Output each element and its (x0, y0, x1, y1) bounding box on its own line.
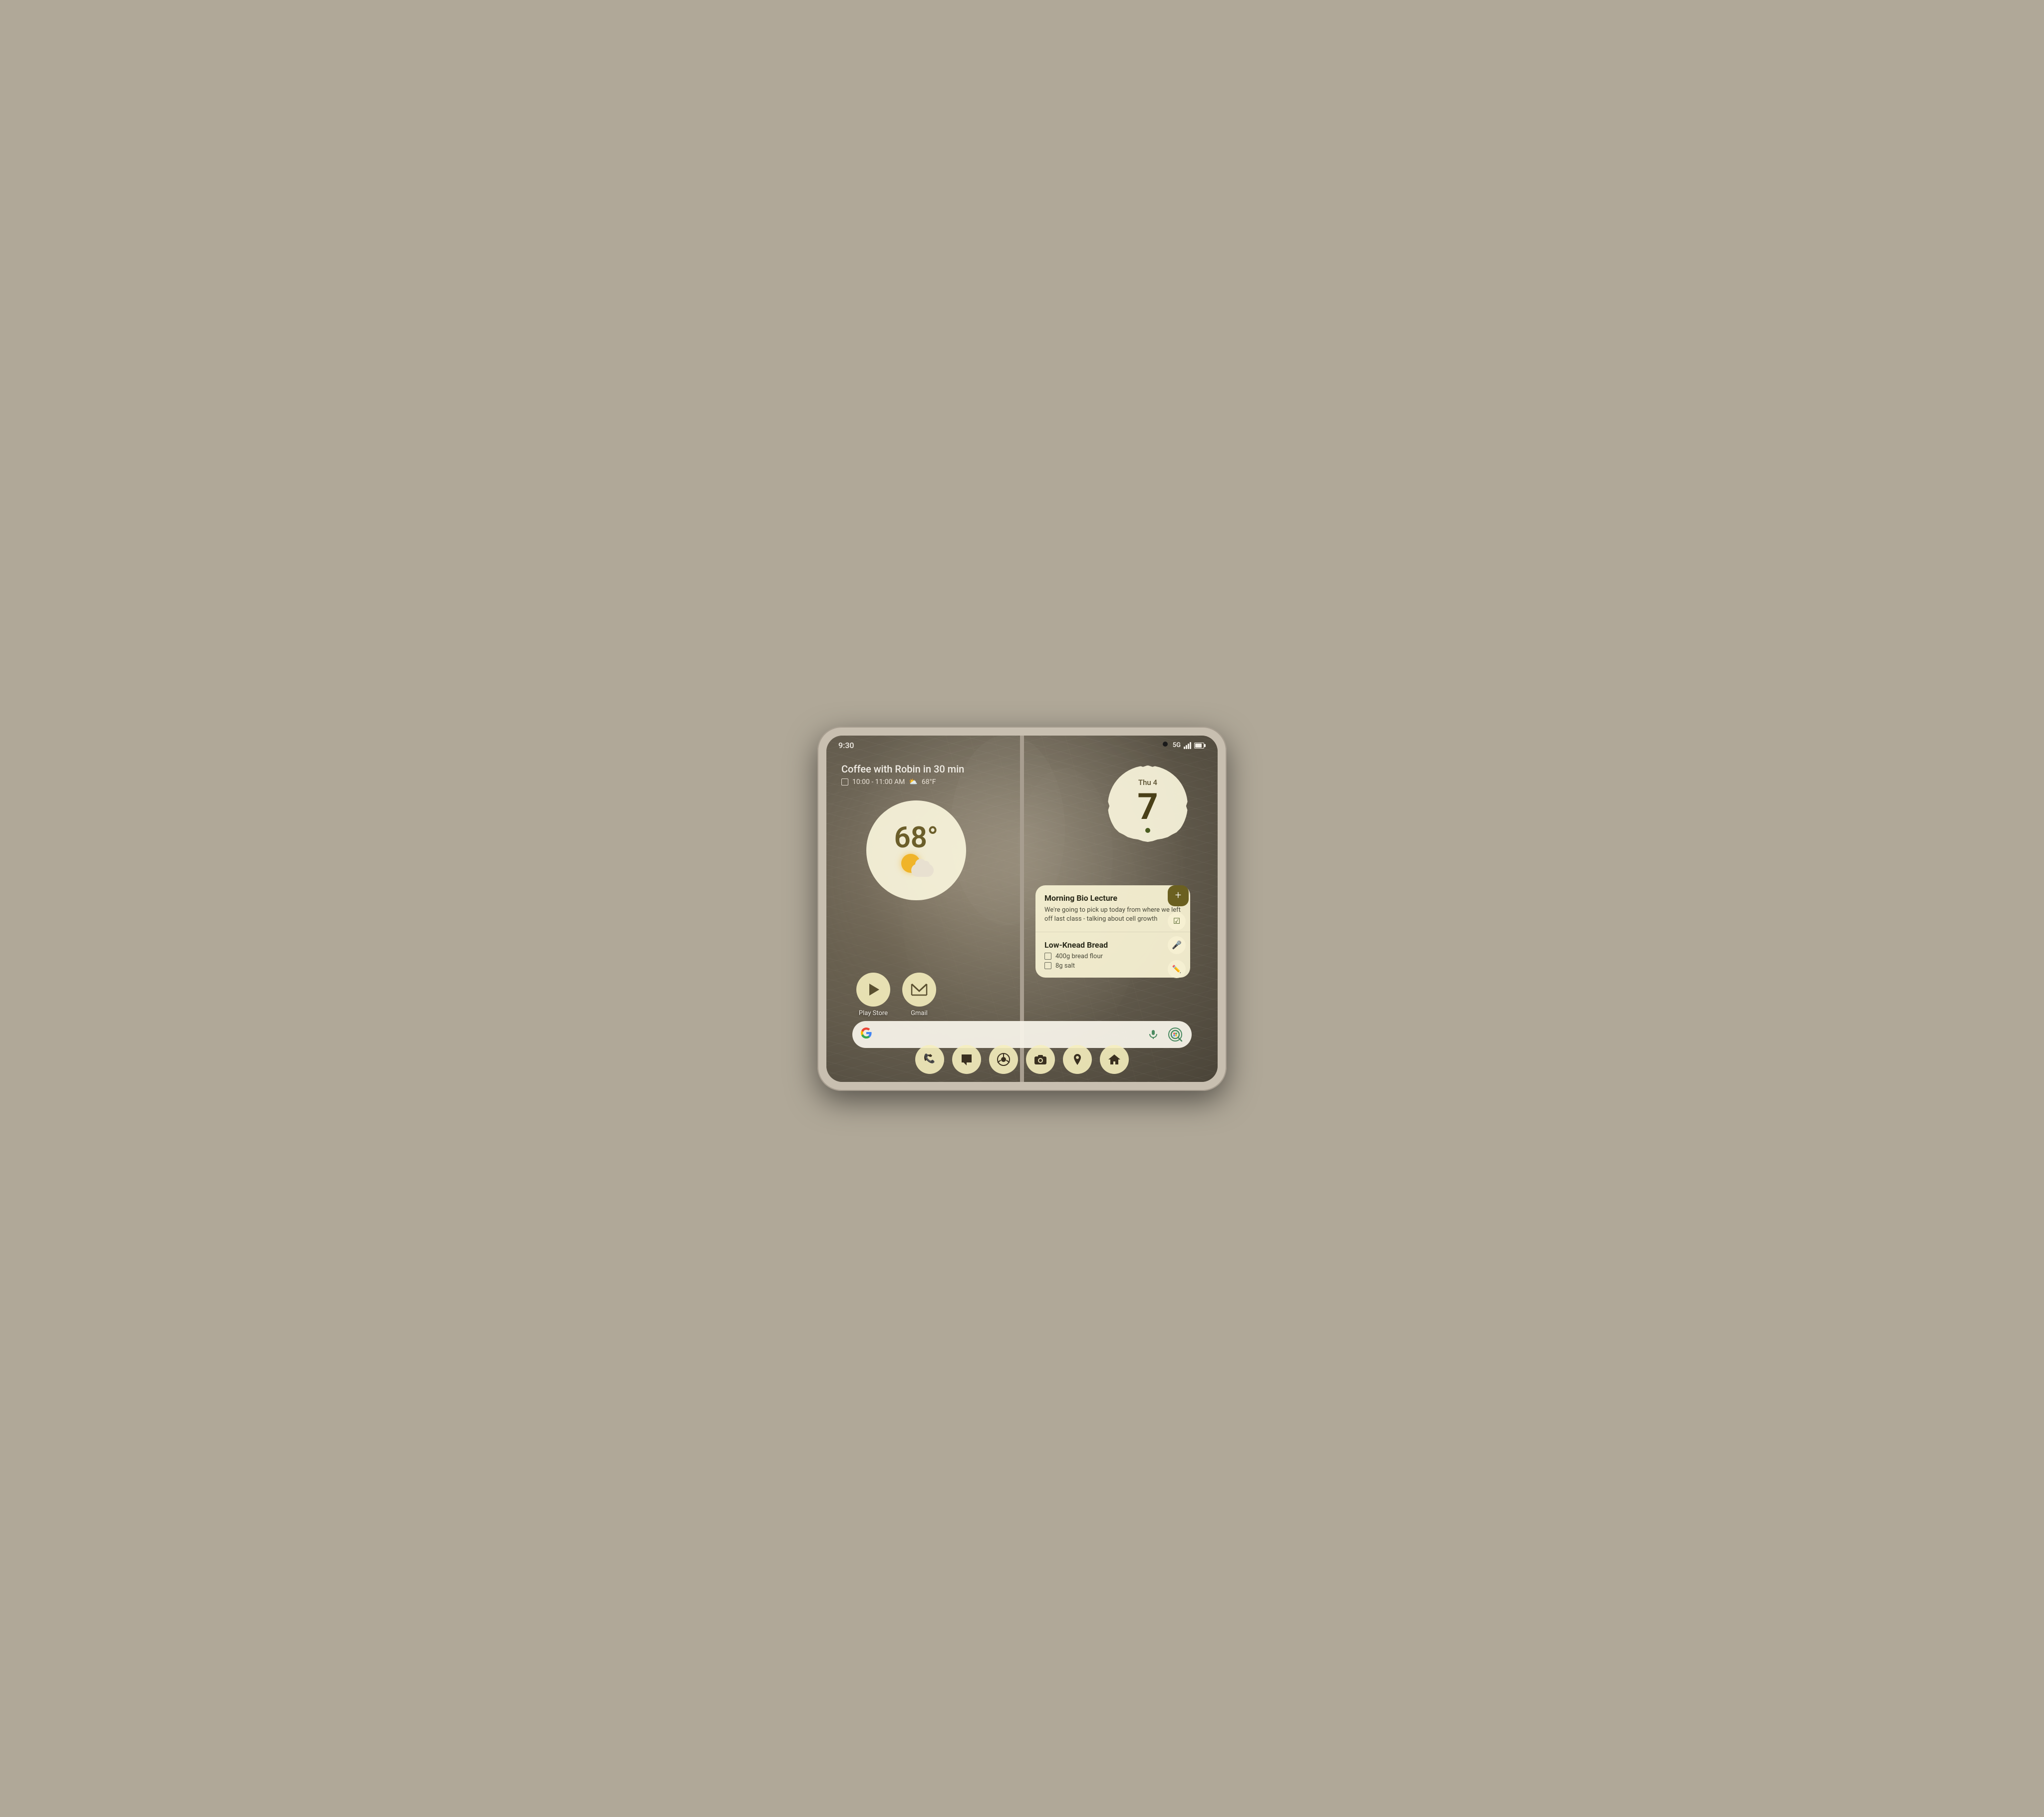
cloud-icon (911, 864, 934, 877)
note-2-title: Low-Knead Bread (1044, 940, 1181, 950)
notes-widget[interactable]: Morning Bio Lecture We're going to pick … (1035, 885, 1190, 978)
dock: 📞 (915, 1045, 1129, 1074)
mic-icon: 🎤 (1172, 940, 1182, 950)
weather-widget[interactable]: 68° (866, 800, 966, 900)
gmail-label: Gmail (911, 1010, 928, 1017)
app-icons-row: Play Store Gmail (856, 973, 936, 1017)
app-gmail[interactable]: Gmail (902, 973, 936, 1017)
app-play-store[interactable]: Play Store (856, 973, 890, 1017)
network-label: 5G (1173, 742, 1181, 749)
dock-phone[interactable]: 📞 (915, 1045, 944, 1074)
gmail-icon (902, 973, 936, 1007)
status-bar: 9:30 5G (826, 736, 1218, 756)
weather-emoji: ⛅ (909, 778, 917, 786)
calendar-event-dot (1145, 828, 1150, 833)
event-weather: 68°F (922, 778, 936, 786)
event-widget[interactable]: Coffee with Robin in 30 min 10:00 - 11:0… (841, 763, 964, 786)
search-bar[interactable] (852, 1021, 1192, 1048)
weather-temperature: 68° (894, 823, 939, 852)
dock-messages[interactable] (952, 1045, 981, 1074)
notes-edit-button[interactable]: ✏️ (1168, 960, 1186, 978)
event-time: 10:00 - 11:00 AM (852, 778, 905, 786)
calendar-small-icon (841, 779, 848, 785)
notes-mic-button[interactable]: 🎤 (1168, 936, 1186, 954)
note-item-2[interactable]: Low-Knead Bread 400g bread flour 8g salt (1035, 932, 1190, 978)
checkbox-2[interactable] (1044, 962, 1051, 969)
dock-chrome[interactable] (989, 1045, 1018, 1074)
note-item-1[interactable]: Morning Bio Lecture We're going to pick … (1035, 885, 1190, 932)
status-time: 9:30 (838, 741, 854, 750)
check-item-1: 400g bread flour (1044, 953, 1181, 960)
notes-action-buttons: + ☑ 🎤 ✏️ (1168, 885, 1189, 978)
edit-icon: ✏️ (1172, 965, 1182, 974)
battery-icon (1194, 743, 1206, 749)
notes-add-button[interactable]: + (1168, 885, 1189, 906)
check-item-2: 8g salt (1044, 962, 1181, 970)
note-2-checklist: 400g bread flour 8g salt (1044, 953, 1181, 970)
event-details: 10:00 - 11:00 AM ⛅ 68°F (841, 778, 964, 786)
lens-icon (1168, 1028, 1182, 1041)
note-1-title: Morning Bio Lecture (1044, 893, 1181, 903)
status-icons: 5G (1173, 742, 1206, 749)
search-lens-button[interactable] (1167, 1026, 1184, 1043)
dock-maps[interactable] (1063, 1045, 1092, 1074)
event-title: Coffee with Robin in 30 min (841, 763, 964, 775)
play-store-label: Play Store (859, 1010, 888, 1017)
dock-home[interactable] (1100, 1045, 1129, 1074)
signal-icon (1184, 742, 1191, 749)
camera-notch (1163, 742, 1168, 747)
notes-check-button[interactable]: ☑ (1168, 912, 1186, 930)
device-frame: 9:30 5G Coffee with Robin in 3 (817, 727, 1227, 1091)
check-label-1: 400g bread flour (1055, 953, 1103, 960)
add-icon: + (1175, 890, 1181, 901)
calendar-date: 7 (1137, 789, 1158, 825)
svg-text:📞: 📞 (924, 1052, 936, 1064)
check-label-2: 8g salt (1055, 962, 1075, 970)
check-icon: ☑ (1173, 916, 1180, 926)
search-mic-button[interactable] (1145, 1026, 1162, 1043)
dock-camera[interactable] (1026, 1045, 1055, 1074)
checkbox-1[interactable] (1044, 953, 1051, 960)
device-screen: 9:30 5G Coffee with Robin in 3 (826, 736, 1218, 1082)
note-1-body: We're going to pick up today from where … (1044, 906, 1181, 924)
google-logo (860, 1027, 872, 1042)
play-store-icon (856, 973, 890, 1007)
weather-icon (899, 854, 934, 877)
